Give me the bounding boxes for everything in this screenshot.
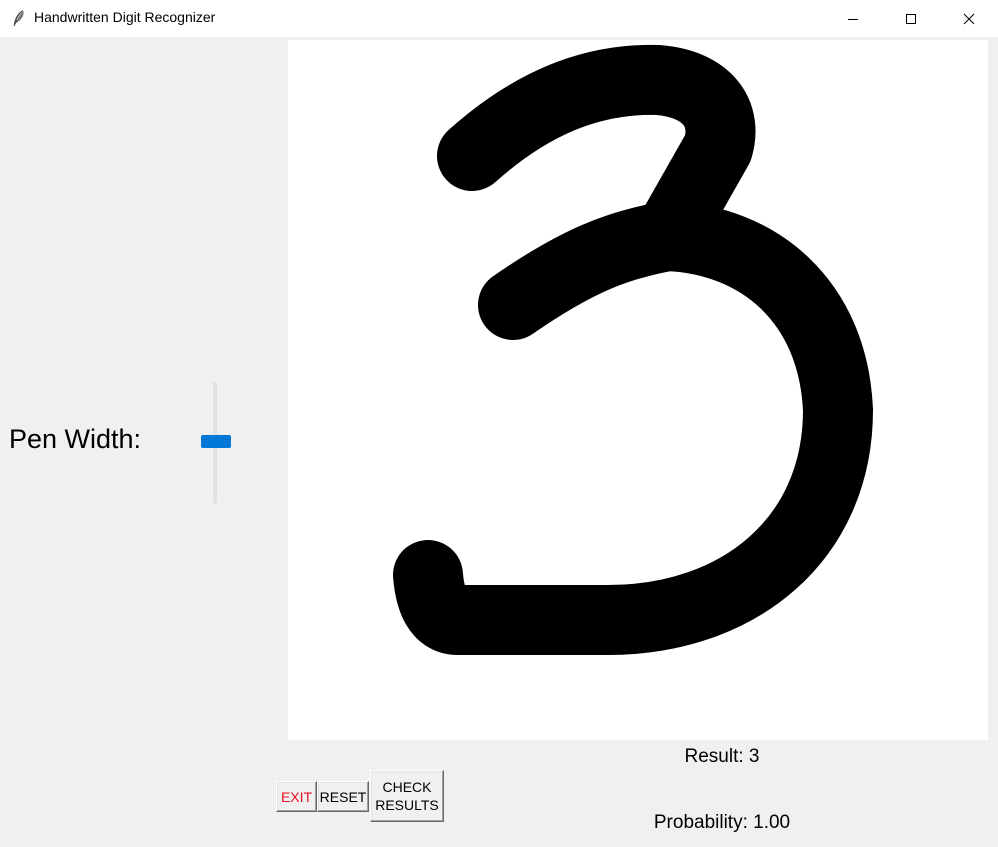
drawing-canvas[interactable] — [288, 40, 988, 740]
result-label: Result: 3 — [684, 746, 760, 767]
maximize-icon — [906, 13, 916, 24]
app-window: Handwritten Digit Recognizer Pen Width: … — [0, 0, 998, 847]
exit-button[interactable]: EXIT — [276, 781, 317, 812]
close-button[interactable] — [940, 0, 998, 37]
probability-label: Probability: 1.00 — [653, 812, 791, 833]
slider-thumb[interactable] — [201, 435, 231, 448]
title-bar[interactable]: Handwritten Digit Recognizer — [0, 0, 998, 37]
pen-width-slider[interactable] — [198, 380, 234, 506]
check-results-button[interactable]: CHECK RESULTS — [370, 770, 444, 822]
reset-button[interactable]: RESET — [317, 781, 369, 812]
minimize-button[interactable] — [824, 0, 882, 37]
maximize-button[interactable] — [882, 0, 940, 37]
minimize-icon — [848, 18, 858, 20]
close-icon — [963, 13, 975, 24]
pen-width-label: Pen Width: — [9, 424, 142, 454]
window-title: Handwritten Digit Recognizer — [34, 9, 216, 25]
drawn-digit — [393, 44, 873, 655]
feather-icon — [11, 9, 27, 27]
